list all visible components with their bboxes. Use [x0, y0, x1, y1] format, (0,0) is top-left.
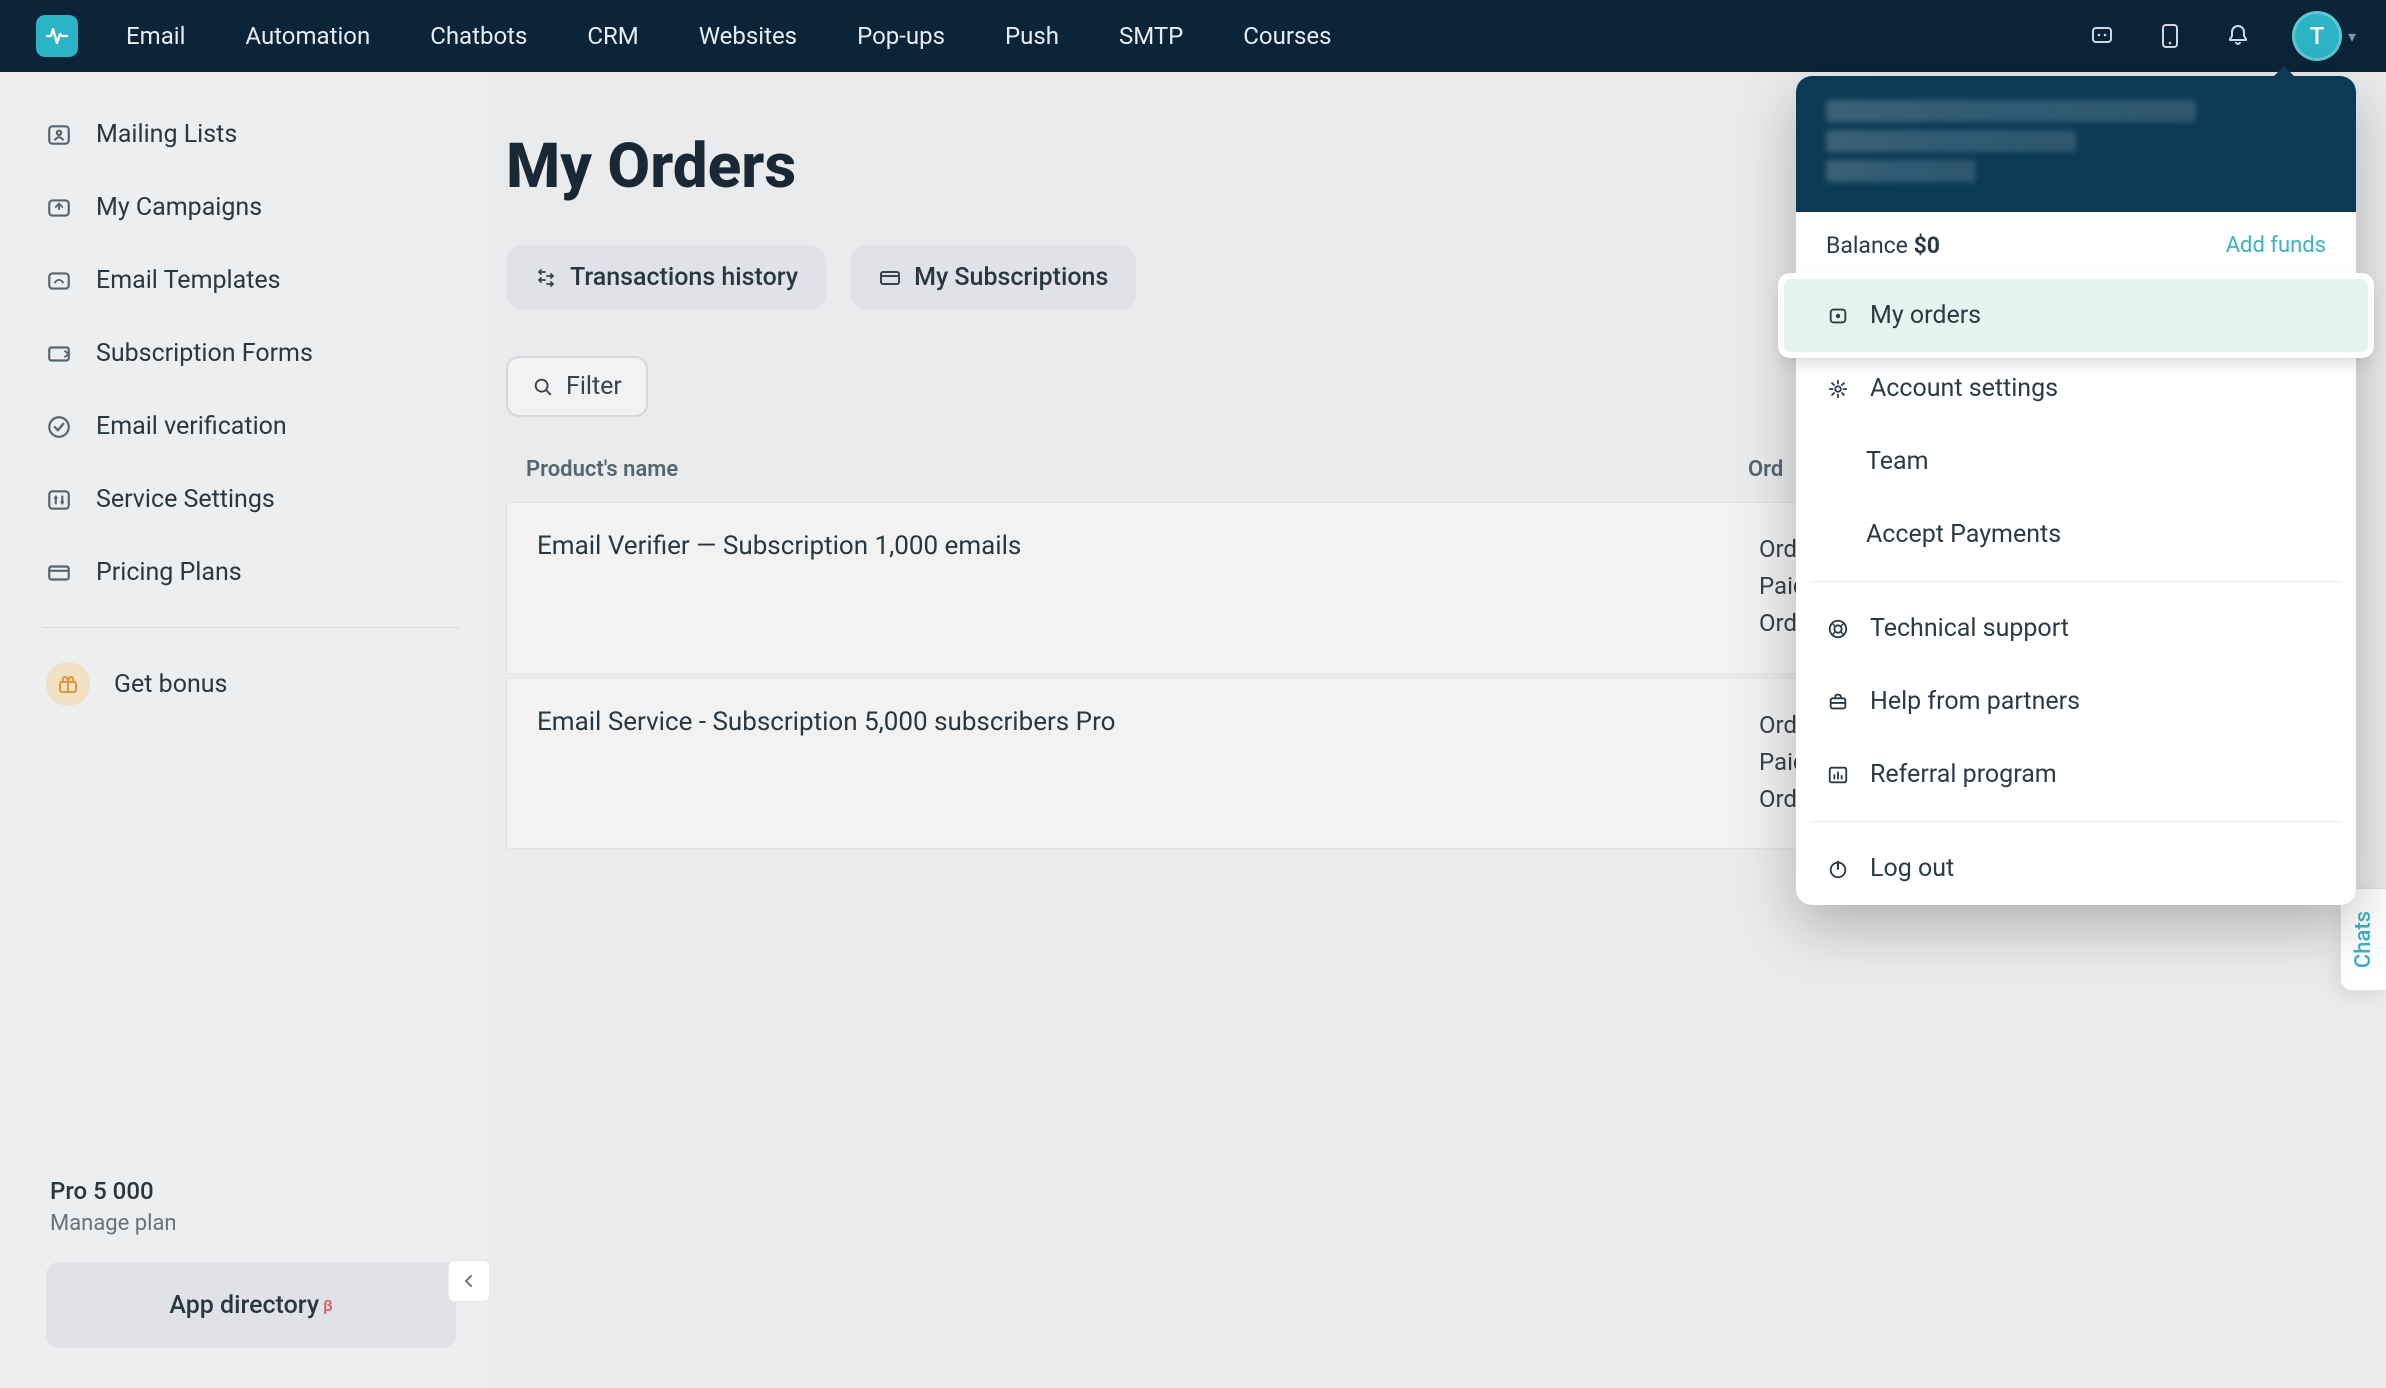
avatar: T	[2292, 11, 2342, 61]
avatar-letter: T	[2310, 22, 2325, 50]
redacted-line	[1826, 160, 1976, 182]
dropdown-item-logout[interactable]: Log out	[1796, 832, 2356, 905]
dropdown-divider	[1810, 581, 2342, 582]
dropdown-item-label: Account settings	[1870, 374, 2058, 403]
top-nav-links: Email Automation Chatbots CRM Websites P…	[126, 22, 1331, 50]
user-dropdown: Balance $0 Add funds My orders Account s…	[1796, 76, 2356, 905]
top-nav: Email Automation Chatbots CRM Websites P…	[0, 0, 2386, 72]
dropdown-balance: Balance $0 Add funds	[1796, 212, 2356, 279]
nav-smtp[interactable]: SMTP	[1119, 22, 1183, 50]
nav-automation[interactable]: Automation	[245, 22, 370, 50]
dropdown-item-accept-payments[interactable]: Accept Payments	[1796, 498, 2356, 571]
balance-value: $0	[1914, 232, 1940, 259]
chevron-down-icon: ▾	[2348, 27, 2356, 46]
nav-popups[interactable]: Pop-ups	[857, 22, 945, 50]
pulse-icon	[45, 24, 69, 48]
chats-label: Chats	[2351, 911, 2376, 968]
nav-email[interactable]: Email	[126, 22, 185, 50]
user-menu-trigger[interactable]: T ▾	[2292, 11, 2356, 61]
dropdown-divider	[1810, 821, 2342, 822]
dropdown-item-label: Technical support	[1870, 614, 2069, 643]
nav-push[interactable]: Push	[1005, 22, 1059, 50]
nav-websites[interactable]: Websites	[699, 22, 797, 50]
dropdown-item-technical-support[interactable]: Technical support	[1796, 592, 2356, 665]
nav-courses[interactable]: Courses	[1243, 22, 1331, 50]
lifebuoy-icon	[1826, 617, 1850, 641]
add-funds-link[interactable]: Add funds	[2226, 233, 2326, 258]
dropdown-header	[1796, 76, 2356, 212]
balance-label: Balance	[1826, 232, 1908, 259]
sidebar-collapse-button[interactable]	[448, 1260, 490, 1302]
dropdown-item-help-partners[interactable]: Help from partners	[1796, 665, 2356, 738]
dropdown-item-label: Log out	[1870, 854, 1954, 883]
nav-chatbots[interactable]: Chatbots	[430, 22, 527, 50]
app-logo[interactable]	[36, 15, 78, 57]
messages-icon[interactable]	[2088, 22, 2116, 50]
chart-icon	[1826, 763, 1850, 787]
dropdown-item-label: Referral program	[1870, 760, 2057, 789]
dropdown-item-my-orders[interactable]: My orders	[1784, 279, 2368, 352]
gear-icon	[1826, 377, 1850, 401]
orders-icon	[1826, 304, 1850, 328]
dropdown-arrow	[2272, 66, 2296, 78]
nav-crm[interactable]: CRM	[587, 22, 638, 50]
dropdown-item-account-settings[interactable]: Account settings	[1796, 352, 2356, 425]
mobile-icon[interactable]	[2156, 22, 2184, 50]
dropdown-item-team[interactable]: Team	[1796, 425, 2356, 498]
dropdown-item-label: Help from partners	[1870, 687, 2080, 716]
briefcase-icon	[1826, 690, 1850, 714]
redacted-line	[1826, 100, 2196, 122]
redacted-line	[1826, 130, 2076, 152]
top-nav-right: T ▾	[2088, 11, 2356, 61]
dropdown-item-label: Team	[1866, 447, 1929, 476]
dropdown-item-label: Accept Payments	[1866, 520, 2061, 549]
bell-icon[interactable]	[2224, 22, 2252, 50]
dropdown-item-label: My orders	[1870, 301, 1981, 330]
chevron-left-icon	[461, 1273, 477, 1289]
power-icon	[1826, 857, 1850, 881]
dropdown-item-referral[interactable]: Referral program	[1796, 738, 2356, 811]
